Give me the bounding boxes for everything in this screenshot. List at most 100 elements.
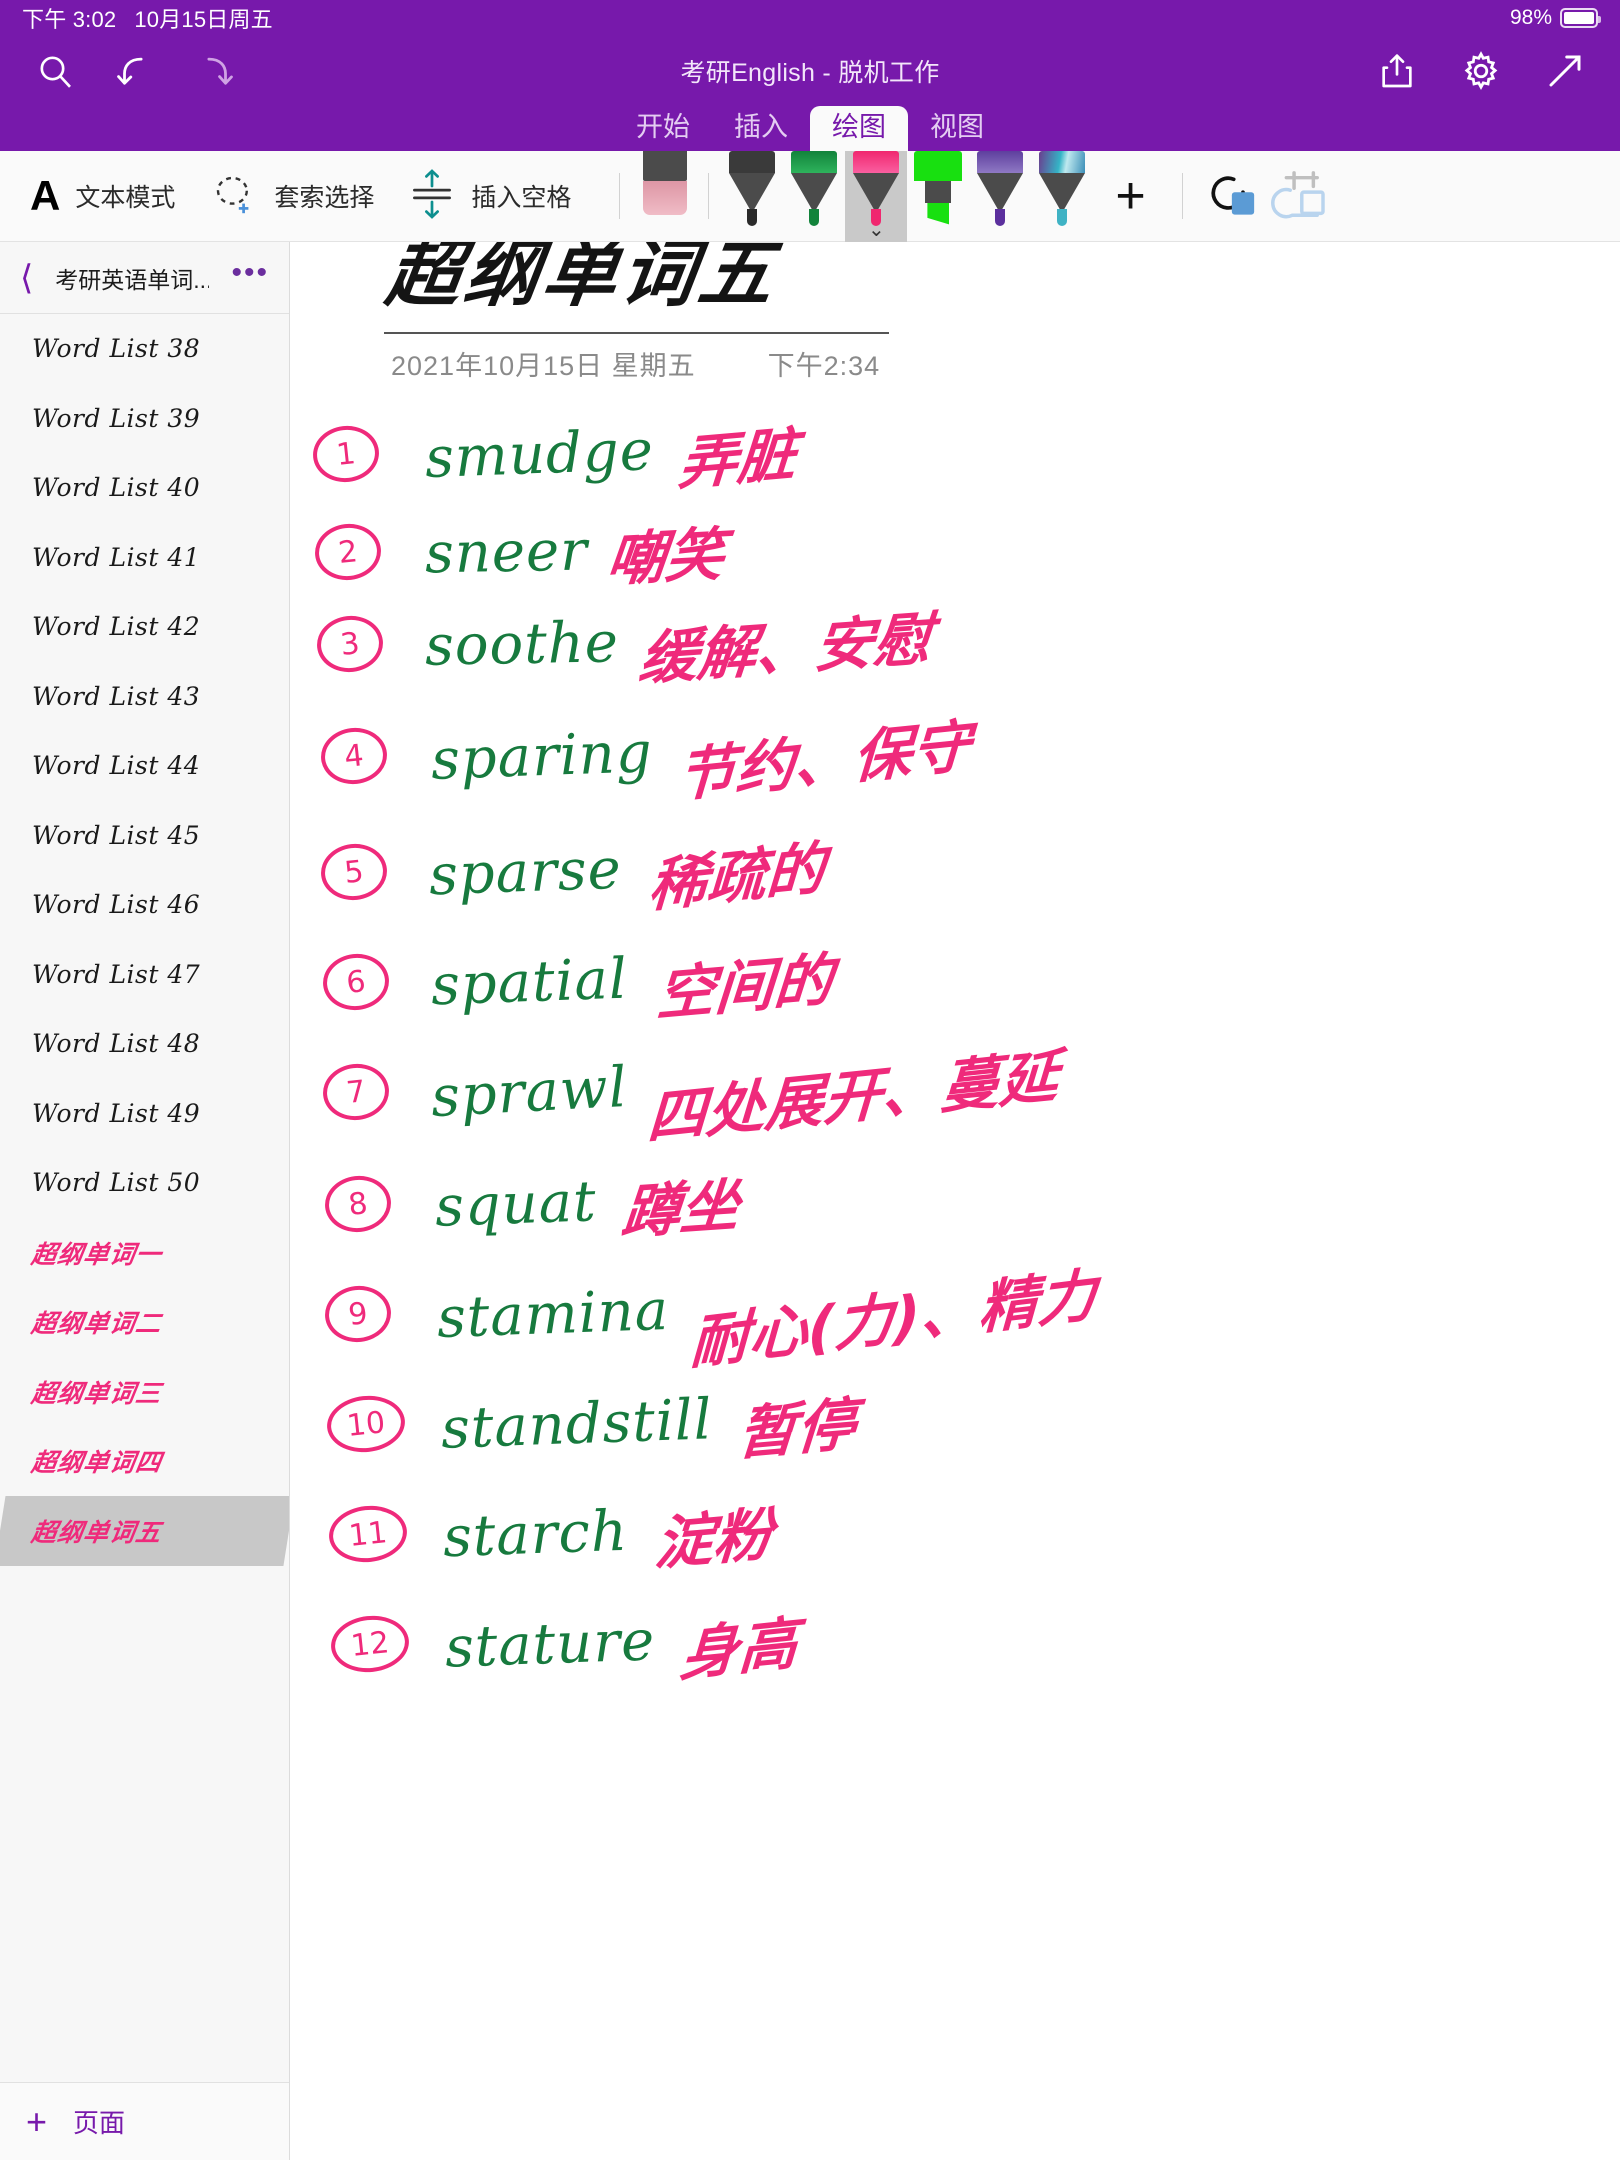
vocab-number: 9 [322, 1282, 394, 1346]
insert-space-label: 插入空格 [471, 184, 572, 212]
undo-icon[interactable] [106, 42, 164, 100]
sidebar-item-chaogang-4[interactable]: 超纲单词四 [0, 1426, 289, 1496]
vocab-translation: 四处展开、蔓延 [645, 1041, 1060, 1153]
vocab-row-3[interactable]: 3 soothe 缓解、安慰 [314, 602, 935, 693]
note-canvas[interactable]: 超纲单词五 2021年10月15日 星期五 下午2:34 1 smudge 弄脏… [291, 242, 1620, 2160]
sidebar-item-word-list-43[interactable]: Word List 43 [0, 662, 289, 732]
sidebar-header: ⟨ 考研英语单词... ••• [0, 242, 289, 314]
sidebar-item-chaogang-3[interactable]: 超纲单词三 [0, 1357, 289, 1427]
highlighter-green[interactable] [907, 150, 969, 242]
sidebar-item-chaogang-5[interactable]: 超纲单词五 [0, 1495, 289, 1565]
tab-draw[interactable]: 绘图 [810, 105, 908, 151]
add-pen-button[interactable]: + [1115, 170, 1145, 222]
pen-purple[interactable] [969, 150, 1031, 242]
gear-icon[interactable] [1452, 42, 1510, 100]
sidebar-item-word-list-39[interactable]: Word List 39 [0, 384, 289, 454]
vocab-row-12[interactable]: 12 stature 身高 [328, 1602, 799, 1689]
pen-galaxy[interactable] [1031, 150, 1093, 242]
vocab-number: 8 [322, 1172, 394, 1236]
vocab-word: sneer [424, 518, 589, 586]
vocab-number: 12 [328, 1612, 412, 1676]
more-options-icon[interactable]: ••• [231, 257, 269, 298]
sidebar-item-chaogang-1[interactable]: 超纲单词一 [0, 1218, 289, 1288]
ink-to-text-icon[interactable] [1263, 166, 1329, 226]
page-sidebar: ⟨ 考研英语单词... ••• Word List 38 Word List 3… [0, 242, 290, 2160]
sidebar-item-word-list-42[interactable]: Word List 42 [0, 592, 289, 662]
sidebar-item-word-list-48[interactable]: Word List 48 [0, 1009, 289, 1079]
vocab-row-4[interactable]: 4 sparing 节约、保守 [318, 712, 972, 810]
add-page-label: 页面 [73, 2108, 126, 2138]
expand-icon[interactable] [1536, 42, 1594, 100]
vocab-number: 2 [312, 520, 384, 584]
share-icon[interactable] [1368, 42, 1426, 100]
pen-green-dark[interactable] [783, 150, 845, 242]
search-icon[interactable] [26, 42, 84, 100]
lasso-select-button[interactable]: 套索选择 [209, 170, 374, 223]
sidebar-item-word-list-47[interactable]: Word List 47 [0, 940, 289, 1010]
lasso-select-label: 套索选择 [274, 184, 375, 212]
vocab-translation: 身高 [678, 1609, 800, 1689]
lasso-select-icon [209, 170, 259, 223]
pen-black[interactable] [721, 150, 783, 242]
vocab-translation: 节约、保守 [674, 712, 972, 810]
sidebar-item-word-list-46[interactable]: Word List 46 [0, 870, 289, 940]
vocab-row-2[interactable]: 2 sneer 嘲笑 [312, 510, 727, 594]
note-title[interactable]: 超纲单词五 [380, 242, 915, 321]
note-date-text: 2021年10月15日 星期五 [391, 351, 696, 381]
text-mode-button[interactable]: A 文本模式 [30, 175, 175, 217]
vocab-word: stamina [435, 1277, 671, 1351]
insert-space-button[interactable]: 插入空格 [408, 168, 571, 225]
sidebar-item-word-list-41[interactable]: Word List 41 [0, 523, 289, 593]
sidebar-item-word-list-49[interactable]: Word List 49 [0, 1079, 289, 1149]
sidebar-item-word-list-45[interactable]: Word List 45 [0, 801, 289, 871]
sidebar-item-word-list-44[interactable]: Word List 44 [0, 731, 289, 801]
status-bar: 下午 3:02 10月15日周五 98% [0, 0, 1620, 36]
vocab-translation: 淀粉 [652, 1500, 775, 1578]
vocab-word: spatial [429, 946, 629, 1018]
vocab-translation: 空间的 [654, 945, 835, 1029]
vocab-row-10[interactable]: 10 standstill 暂停 [324, 1382, 857, 1468]
vocab-row-5[interactable]: 5 sparse 稀疏的 [318, 830, 826, 920]
vocab-translation: 蹲坐 [618, 1171, 742, 1247]
status-date: 10月15日周五 [134, 7, 273, 32]
pen-divider [708, 172, 710, 219]
sidebar-item-chaogang-2[interactable]: 超纲单词二 [0, 1287, 289, 1357]
sidebar-item-word-list-50[interactable]: Word List 50 [0, 1148, 289, 1218]
vocab-row-1[interactable]: 1 smudge 弄脏 [310, 412, 798, 498]
sidebar-item-word-list-40[interactable]: Word List 40 [0, 453, 289, 523]
tab-insert[interactable]: 插入 [712, 106, 810, 151]
vocab-translation: 弄脏 [676, 420, 799, 498]
pen-pink[interactable]: ⌄ [845, 150, 908, 242]
tab-view[interactable]: 视图 [908, 106, 1006, 151]
chevron-down-icon[interactable]: ⌄ [868, 220, 885, 240]
notebook-name[interactable]: 考研英语单词... [55, 261, 209, 295]
app-header: 考研English - 脱机工作 开始 插入 绘图 视图 [0, 36, 1620, 151]
vocab-word: sparing [429, 719, 654, 793]
vocab-number: 10 [324, 1392, 408, 1456]
pen-eraser[interactable] [634, 150, 696, 242]
vocab-row-11[interactable]: 11 starch 淀粉 [326, 1492, 774, 1578]
sidebar-page-list[interactable]: Word List 38 Word List 39 Word List 40 W… [0, 314, 289, 2082]
vocab-row-8[interactable]: 8 squat 蹲坐 [322, 1162, 742, 1247]
text-mode-label: 文本模式 [75, 184, 176, 212]
status-bar-left: 下午 3:02 10月15日周五 [22, 2, 273, 34]
vocab-number: 7 [320, 1060, 392, 1124]
add-page-button[interactable]: + 页面 [0, 2082, 289, 2160]
pen-tray: ⌄ [634, 150, 1093, 242]
vocab-number: 3 [314, 612, 386, 676]
plus-icon: + [26, 2100, 48, 2142]
sidebar-item-word-list-38[interactable]: Word List 38 [0, 314, 289, 384]
vocab-row-7[interactable]: 7 sprawl 四处展开、蔓延 [320, 1042, 1059, 1152]
text-mode-icon: A [30, 172, 61, 219]
vocab-word: sprawl [429, 1054, 630, 1130]
vocab-row-9[interactable]: 9 stamina 耐心(力)、精力 [322, 1261, 1098, 1377]
vocab-number: 1 [310, 422, 382, 486]
ink-to-shape-icon[interactable] [1197, 166, 1263, 226]
vocab-word: standstill [439, 1386, 714, 1462]
redo-icon[interactable] [186, 42, 244, 100]
vocab-row-6[interactable]: 6 spatial 空间的 [320, 940, 835, 1028]
toolbar-divider-2 [1181, 173, 1183, 219]
chevron-left-icon[interactable]: ⟨ [20, 261, 33, 295]
status-bar-right: 98% [1510, 6, 1601, 30]
tab-home[interactable]: 开始 [614, 106, 712, 151]
